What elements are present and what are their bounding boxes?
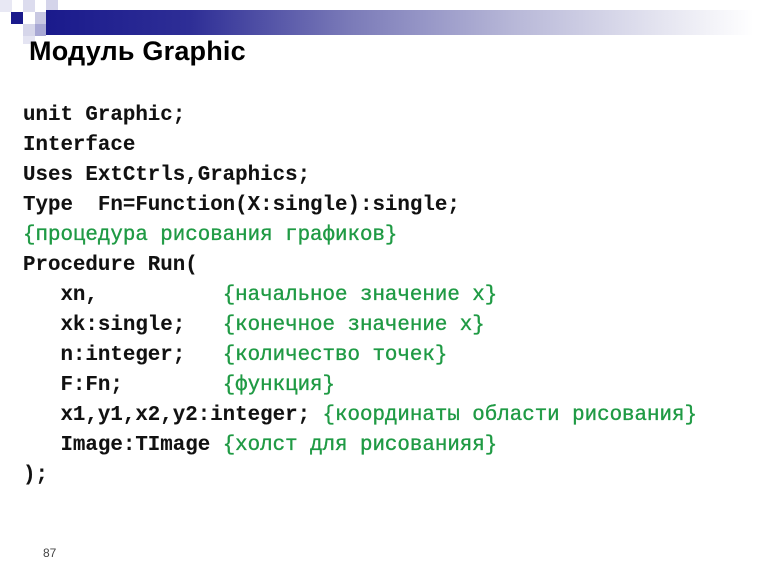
deco-square-light <box>0 0 12 12</box>
code-comment: {конечное значение x} <box>222 314 485 337</box>
code-line: {процедура рисования графиков} <box>23 221 697 251</box>
code-comment: {количество точек} <box>222 344 448 367</box>
deco-square-mid <box>35 24 46 36</box>
code-text: x1,y1,x2,y2:integer; <box>23 404 323 427</box>
code-line: Procedure Run( <box>23 251 697 281</box>
code-text: Uses ExtCtrls,Graphics; <box>23 164 311 187</box>
code-comment: {функция} <box>222 374 336 397</box>
code-listing: unit Graphic; Interface Uses ExtCtrls,Grap… <box>23 101 697 491</box>
code-line: xn, {начальное значение x} <box>23 281 697 311</box>
slide-title: Модуль Graphic <box>29 36 246 66</box>
code-line: xk:single; {конечное значение x} <box>23 311 697 341</box>
code-line: Uses ExtCtrls,Graphics; <box>23 161 697 191</box>
code-text: F:Fn; <box>23 374 223 397</box>
code-text: Interface <box>23 134 136 157</box>
deco-square-light <box>23 24 35 36</box>
code-comment: {холст для рисованияя} <box>222 434 498 457</box>
code-line: unit Graphic; <box>23 101 697 131</box>
code-text: Type Fn=Function(X:single):single; <box>23 194 460 217</box>
code-text: Procedure Run( <box>23 254 198 277</box>
deco-square-dark <box>11 12 23 24</box>
code-line: Image:TImage {холст для рисованияя} <box>23 431 697 461</box>
code-line: Type Fn=Function(X:single):single; <box>23 191 697 221</box>
code-text: unit Graphic; <box>23 104 186 127</box>
page-number: 87 <box>43 546 57 560</box>
code-text: xk:single; <box>23 314 223 337</box>
code-line: x1,y1,x2,y2:integer; {координаты области… <box>23 401 697 431</box>
code-text: ); <box>23 464 48 487</box>
code-line: Interface <box>23 131 697 161</box>
header-gradient-bar <box>46 10 768 35</box>
code-line: n:integer; {количество точек} <box>23 341 697 371</box>
code-comment: {начальное значение x} <box>222 284 498 307</box>
code-text: Image:TImage <box>23 434 223 457</box>
code-line: ); <box>23 461 697 491</box>
code-text: n:integer; <box>23 344 223 367</box>
code-comment: {координаты области рисования} <box>322 404 697 427</box>
code-comment: {процедура рисования графиков} <box>23 224 398 247</box>
code-text: xn, <box>23 284 223 307</box>
code-line: F:Fn; {функция} <box>23 371 697 401</box>
deco-square-light <box>46 0 58 10</box>
deco-square-light <box>23 0 35 12</box>
